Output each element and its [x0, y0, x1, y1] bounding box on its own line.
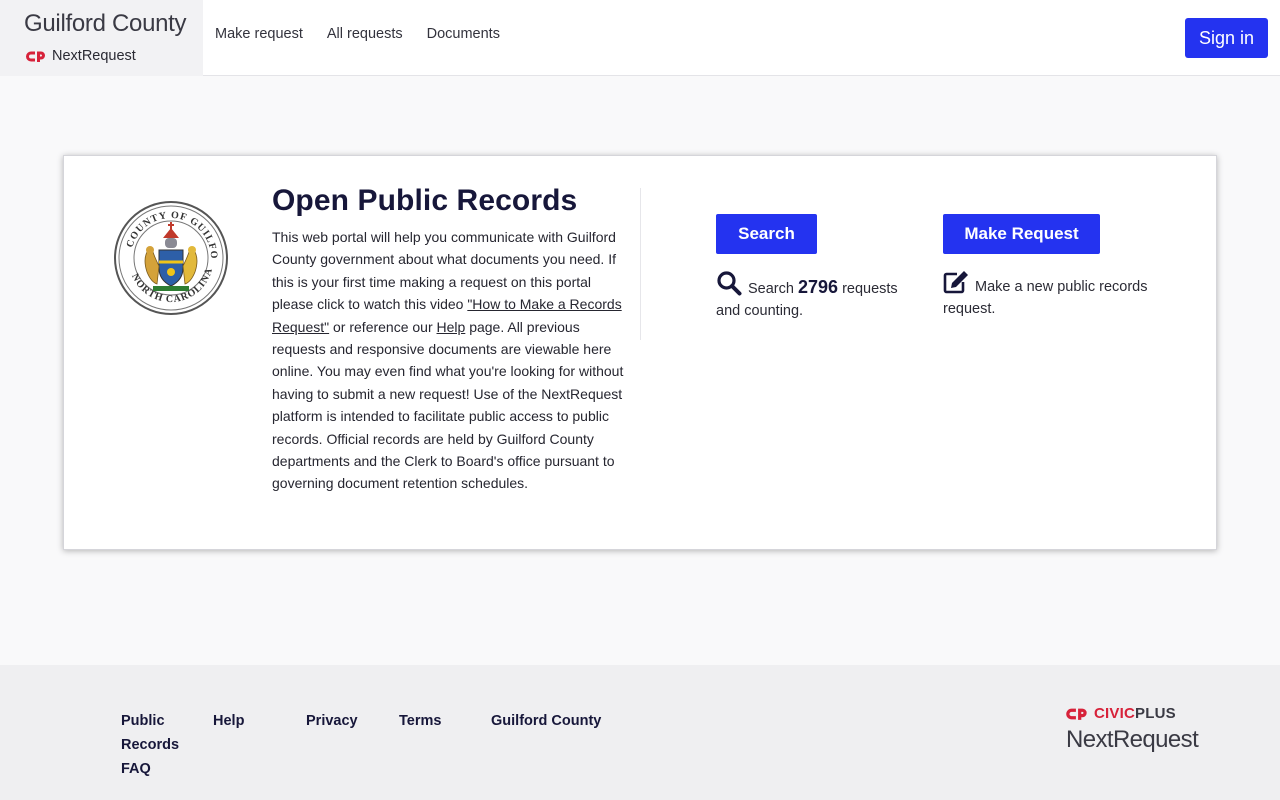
- intro-text: This web portal will help you communicat…: [272, 226, 624, 495]
- search-description: Search 2796 requests and counting.: [716, 270, 916, 322]
- page-footer: Public Records FAQ Help Privacy Terms Gu…: [0, 665, 1280, 800]
- nav-all-requests[interactable]: All requests: [327, 26, 403, 42]
- footer-link-guilford[interactable]: Guilford County: [491, 709, 601, 733]
- plus-text: PLUS: [1135, 705, 1176, 722]
- brand-title[interactable]: Guilford County: [24, 10, 187, 38]
- search-button[interactable]: Search: [716, 214, 817, 254]
- civicplus-wordmark: CIVICPLUS: [1066, 705, 1206, 722]
- records-card: COUNTY OF GUILFORD NORTH CAROLINA Open P…: [63, 155, 1217, 550]
- search-prefix: Search: [748, 281, 794, 297]
- brand-block[interactable]: Guilford County NextRequest: [0, 0, 203, 76]
- main-nav: Make request All requests Documents: [215, 26, 500, 42]
- sign-in-button[interactable]: Sign in: [1185, 18, 1268, 58]
- nextrequest-wordmark: NextRequest: [1066, 726, 1199, 753]
- edit-icon: [943, 271, 968, 294]
- county-seal: COUNTY OF GUILFORD NORTH CAROLINA: [113, 200, 228, 315]
- nav-make-request[interactable]: Make request: [215, 26, 303, 42]
- nav-documents[interactable]: Documents: [427, 26, 500, 42]
- civicplus-nextrequest-logo[interactable]: CIVICPLUS NextRequest: [1066, 705, 1206, 754]
- make-request-description: Make a new public records request.: [943, 270, 1173, 320]
- top-header: Guilford County NextRequest Make request…: [0, 0, 1280, 76]
- request-count: 2796: [797, 277, 839, 297]
- intro-text-3: page. All previous requests and responsi…: [272, 318, 624, 492]
- civic-text: CIVIC: [1094, 705, 1136, 722]
- footer-link-help[interactable]: Help: [213, 709, 244, 733]
- make-request-text: Make a new public records request.: [943, 279, 1148, 317]
- brand-sub-label: NextRequest: [52, 48, 136, 64]
- help-link[interactable]: Help: [437, 319, 466, 335]
- civicplus-logo-icon: [1066, 708, 1087, 720]
- footer-link-faq[interactable]: Public Records FAQ: [121, 709, 181, 781]
- search-icon: [717, 271, 742, 296]
- intro-section: Open Public Records This web portal will…: [272, 184, 624, 495]
- make-request-action: Make Request Make a new public records r…: [943, 214, 1173, 320]
- make-request-button[interactable]: Make Request: [943, 214, 1100, 254]
- footer-link-privacy[interactable]: Privacy: [306, 709, 358, 733]
- civicplus-logo-icon: [26, 51, 45, 62]
- page-title: Open Public Records: [272, 184, 578, 217]
- footer-link-terms[interactable]: Terms: [399, 709, 441, 733]
- search-action: Search Search 2796 requests and counting…: [716, 214, 916, 322]
- brand-subtitle: NextRequest: [26, 48, 136, 64]
- vertical-divider: [640, 188, 641, 340]
- intro-text-2: or reference our: [329, 318, 437, 335]
